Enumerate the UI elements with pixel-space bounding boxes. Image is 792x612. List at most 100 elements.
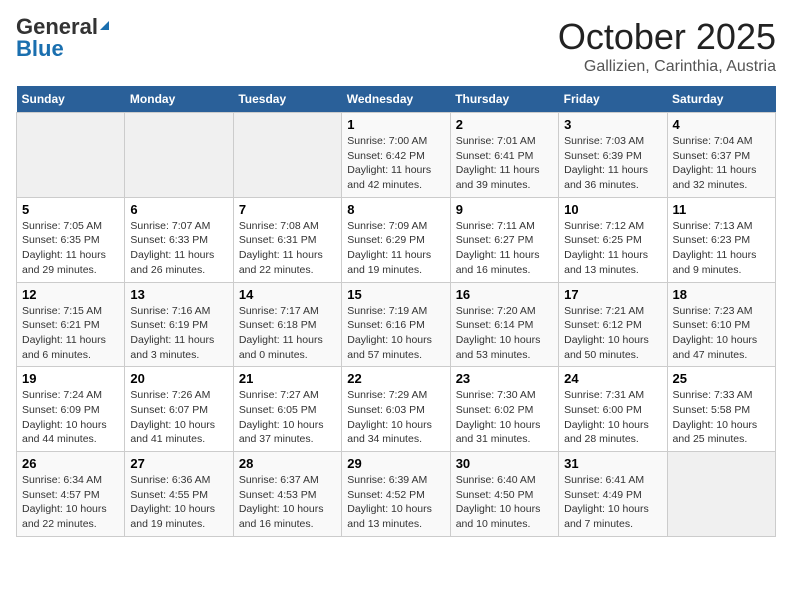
calendar-cell: 12 Sunrise: 7:15 AMSunset: 6:21 PMDayligh… xyxy=(17,282,125,367)
logo-general-text: General xyxy=(16,16,98,38)
day-number: 21 xyxy=(239,371,336,386)
calendar-week-5: 26 Sunrise: 6:34 AMSunset: 4:57 PMDayligh… xyxy=(17,452,776,537)
day-number: 9 xyxy=(456,202,553,217)
logo-arrow-icon xyxy=(100,21,109,30)
calendar-cell: 29 Sunrise: 6:39 AMSunset: 4:52 PMDayligh… xyxy=(342,452,450,537)
day-info: Sunrise: 7:19 AMSunset: 6:16 PMDaylight:… xyxy=(347,304,444,363)
calendar-cell: 14Sunrise: 7:17 AMSunset: 6:18 PMDayligh… xyxy=(233,282,341,367)
calendar-cell: 1Sunrise: 7:00 AMSunset: 6:42 PMDaylight… xyxy=(342,113,450,198)
logo: General Blue xyxy=(16,16,109,60)
calendar-cell: 25 Sunrise: 7:33 AMSunset: 5:58 PMDayligh… xyxy=(667,367,775,452)
page-header: General Blue October 2025 Gallizien, Car… xyxy=(16,16,776,76)
day-info: Sunrise: 7:27 AMSunset: 6:05 PMDaylight:… xyxy=(239,388,336,447)
day-number: 30 xyxy=(456,456,553,471)
day-number: 3 xyxy=(564,117,661,132)
calendar-cell: 3 Sunrise: 7:03 AMSunset: 6:39 PMDaylight… xyxy=(559,113,667,198)
day-number: 15 xyxy=(347,287,444,302)
calendar-cell: 21 Sunrise: 7:27 AMSunset: 6:05 PMDayligh… xyxy=(233,367,341,452)
calendar-cell: 22 Sunrise: 7:29 AMSunset: 6:03 PMDayligh… xyxy=(342,367,450,452)
weekday-header-sunday: Sunday xyxy=(17,86,125,113)
day-number: 8 xyxy=(347,202,444,217)
day-number: 6 xyxy=(130,202,227,217)
day-info: Sunrise: 7:33 AMSunset: 5:58 PMDaylight:… xyxy=(673,388,770,447)
day-info: Sunrise: 7:24 AMSunset: 6:09 PMDaylight:… xyxy=(22,388,119,447)
calendar-cell: 17 Sunrise: 7:21 AMSunset: 6:12 PMDayligh… xyxy=(559,282,667,367)
day-info: Sunrise: 7:05 AMSunset: 6:35 PMDaylight:… xyxy=(22,219,119,278)
day-number: 29 xyxy=(347,456,444,471)
day-number: 19 xyxy=(22,371,119,386)
weekday-header-thursday: Thursday xyxy=(450,86,558,113)
weekday-row: SundayMondayTuesdayWednesdayThursdayFrid… xyxy=(17,86,776,113)
day-info: Sunrise: 7:20 AMSunset: 6:14 PMDaylight:… xyxy=(456,304,553,363)
day-info: Sunrise: 7:01 AMSunset: 6:41 PMDaylight:… xyxy=(456,134,553,193)
day-info: Sunrise: 7:26 AMSunset: 6:07 PMDaylight:… xyxy=(130,388,227,447)
day-number: 22 xyxy=(347,371,444,386)
weekday-header-monday: Monday xyxy=(125,86,233,113)
calendar-cell: 19 Sunrise: 7:24 AMSunset: 6:09 PMDayligh… xyxy=(17,367,125,452)
calendar-week-3: 12 Sunrise: 7:15 AMSunset: 6:21 PMDayligh… xyxy=(17,282,776,367)
day-number: 23 xyxy=(456,371,553,386)
day-number: 28 xyxy=(239,456,336,471)
day-info: Sunrise: 7:30 AMSunset: 6:02 PMDaylight:… xyxy=(456,388,553,447)
day-info: Sunrise: 7:15 AMSunset: 6:21 PMDaylight:… xyxy=(22,304,119,363)
day-number: 12 xyxy=(22,287,119,302)
day-number: 24 xyxy=(564,371,661,386)
day-info: Sunrise: 7:08 AMSunset: 6:31 PMDaylight:… xyxy=(239,219,336,278)
day-number: 31 xyxy=(564,456,661,471)
day-info: Sunrise: 6:39 AMSunset: 4:52 PMDaylight:… xyxy=(347,473,444,532)
calendar-cell: 18Sunrise: 7:23 AMSunset: 6:10 PMDayligh… xyxy=(667,282,775,367)
calendar-cell xyxy=(125,113,233,198)
day-info: Sunrise: 7:04 AMSunset: 6:37 PMDaylight:… xyxy=(673,134,770,193)
calendar-cell: 16 Sunrise: 7:20 AMSunset: 6:14 PMDayligh… xyxy=(450,282,558,367)
day-number: 25 xyxy=(673,371,770,386)
calendar-cell: 10Sunrise: 7:12 AMSunset: 6:25 PMDayligh… xyxy=(559,197,667,282)
day-number: 11 xyxy=(673,202,770,217)
calendar-cell: 15 Sunrise: 7:19 AMSunset: 6:16 PMDayligh… xyxy=(342,282,450,367)
day-info: Sunrise: 6:37 AMSunset: 4:53 PMDaylight:… xyxy=(239,473,336,532)
calendar-week-2: 5 Sunrise: 7:05 AMSunset: 6:35 PMDaylight… xyxy=(17,197,776,282)
calendar-subtitle: Gallizien, Carinthia, Austria xyxy=(558,58,776,76)
weekday-header-wednesday: Wednesday xyxy=(342,86,450,113)
calendar-cell: 9Sunrise: 7:11 AMSunset: 6:27 PMDaylight… xyxy=(450,197,558,282)
day-info: Sunrise: 7:23 AMSunset: 6:10 PMDaylight:… xyxy=(673,304,770,363)
calendar-cell xyxy=(233,113,341,198)
logo-blue-text: Blue xyxy=(16,38,109,60)
day-info: Sunrise: 7:31 AMSunset: 6:00 PMDaylight:… xyxy=(564,388,661,447)
day-number: 14 xyxy=(239,287,336,302)
day-info: Sunrise: 7:13 AMSunset: 6:23 PMDaylight:… xyxy=(673,219,770,278)
calendar-cell: 8 Sunrise: 7:09 AMSunset: 6:29 PMDaylight… xyxy=(342,197,450,282)
day-info: Sunrise: 7:21 AMSunset: 6:12 PMDaylight:… xyxy=(564,304,661,363)
calendar-cell: 30 Sunrise: 6:40 AMSunset: 4:50 PMDayligh… xyxy=(450,452,558,537)
day-info: Sunrise: 6:40 AMSunset: 4:50 PMDaylight:… xyxy=(456,473,553,532)
day-number: 17 xyxy=(564,287,661,302)
calendar-cell: 13Sunrise: 7:16 AMSunset: 6:19 PMDayligh… xyxy=(125,282,233,367)
day-info: Sunrise: 7:29 AMSunset: 6:03 PMDaylight:… xyxy=(347,388,444,447)
day-info: Sunrise: 7:09 AMSunset: 6:29 PMDaylight:… xyxy=(347,219,444,278)
day-number: 16 xyxy=(456,287,553,302)
day-info: Sunrise: 7:16 AMSunset: 6:19 PMDaylight:… xyxy=(130,304,227,363)
calendar-week-1: 1Sunrise: 7:00 AMSunset: 6:42 PMDaylight… xyxy=(17,113,776,198)
calendar-cell: 5 Sunrise: 7:05 AMSunset: 6:35 PMDaylight… xyxy=(17,197,125,282)
weekday-header-tuesday: Tuesday xyxy=(233,86,341,113)
day-info: Sunrise: 6:34 AMSunset: 4:57 PMDaylight:… xyxy=(22,473,119,532)
calendar-title: October 2025 xyxy=(558,16,776,58)
calendar-cell: 23 Sunrise: 7:30 AMSunset: 6:02 PMDayligh… xyxy=(450,367,558,452)
calendar-cell: 6Sunrise: 7:07 AMSunset: 6:33 PMDaylight… xyxy=(125,197,233,282)
day-info: Sunrise: 7:00 AMSunset: 6:42 PMDaylight:… xyxy=(347,134,444,193)
calendar-cell: 20 Sunrise: 7:26 AMSunset: 6:07 PMDayligh… xyxy=(125,367,233,452)
day-number: 26 xyxy=(22,456,119,471)
day-number: 2 xyxy=(456,117,553,132)
calendar-header: SundayMondayTuesdayWednesdayThursdayFrid… xyxy=(17,86,776,113)
calendar-table: SundayMondayTuesdayWednesdayThursdayFrid… xyxy=(16,86,776,537)
calendar-body: 1Sunrise: 7:00 AMSunset: 6:42 PMDaylight… xyxy=(17,113,776,537)
day-info: Sunrise: 7:12 AMSunset: 6:25 PMDaylight:… xyxy=(564,219,661,278)
calendar-cell: 28 Sunrise: 6:37 AMSunset: 4:53 PMDayligh… xyxy=(233,452,341,537)
calendar-cell: 11 Sunrise: 7:13 AMSunset: 6:23 PMDayligh… xyxy=(667,197,775,282)
day-number: 5 xyxy=(22,202,119,217)
day-info: Sunrise: 7:03 AMSunset: 6:39 PMDaylight:… xyxy=(564,134,661,193)
day-number: 4 xyxy=(673,117,770,132)
calendar-cell: 2 Sunrise: 7:01 AMSunset: 6:41 PMDaylight… xyxy=(450,113,558,198)
weekday-header-saturday: Saturday xyxy=(667,86,775,113)
day-info: Sunrise: 6:41 AMSunset: 4:49 PMDaylight:… xyxy=(564,473,661,532)
day-number: 20 xyxy=(130,371,227,386)
